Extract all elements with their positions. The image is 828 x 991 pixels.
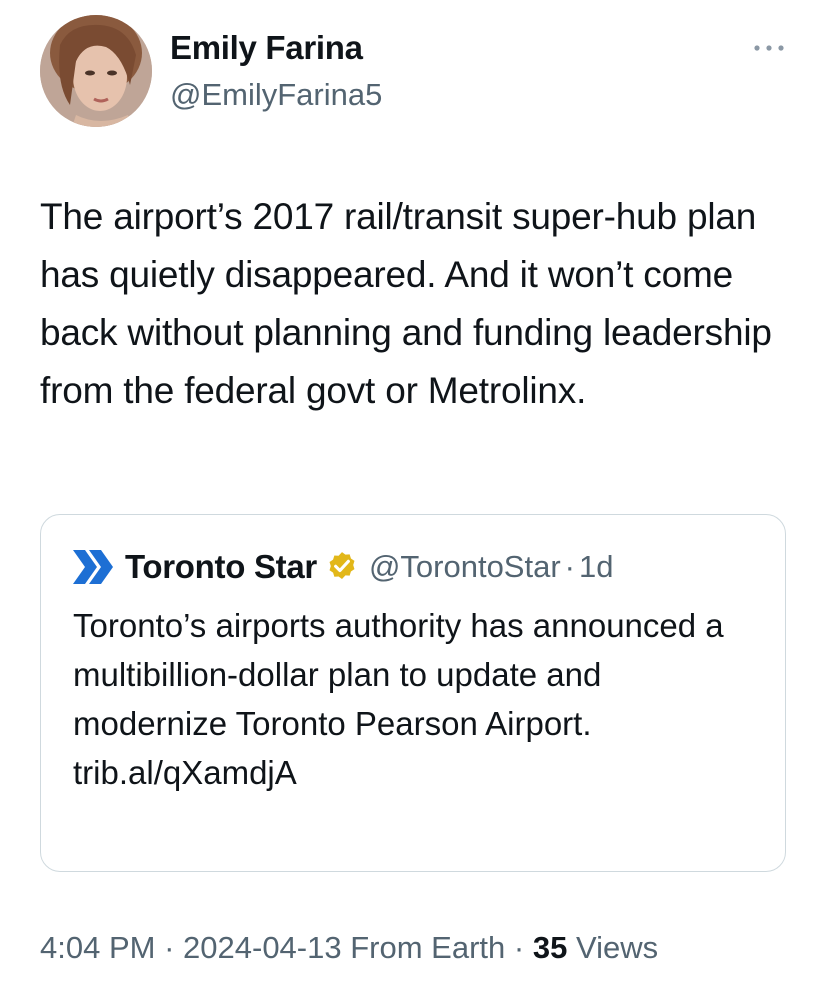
tweet-source: From Earth: [350, 930, 506, 965]
views-count[interactable]: 35: [533, 930, 567, 965]
quoted-tweet-header: Toronto Star @TorontoStar · 1d: [71, 545, 613, 589]
quoted-separator: ·: [564, 549, 575, 584]
meta-separator: ·: [513, 930, 525, 965]
tweet-text: The airport’s 2017 rail/transit super-hu…: [40, 196, 772, 411]
quoted-author-name[interactable]: Toronto Star: [125, 548, 317, 586]
tweet-date[interactable]: 2024-04-13: [183, 930, 342, 965]
author-display-name[interactable]: Emily Farina: [170, 28, 363, 68]
meta-separator: ·: [164, 930, 175, 965]
avatar-image: [40, 15, 152, 127]
author-handle[interactable]: @EmilyFarina5: [170, 76, 382, 114]
quoted-author-handle[interactable]: @TorontoStar: [369, 549, 561, 585]
quoted-tweet-card[interactable]: Toronto Star @TorontoStar · 1d Toronto’s…: [40, 514, 786, 872]
tweet-time[interactable]: 4:04 PM: [40, 930, 155, 965]
more-horizontal-icon[interactable]: [752, 38, 786, 58]
quoted-tweet-body: Toronto’s airports authority has announc…: [73, 601, 763, 797]
quoted-tweet-text: Toronto’s airports authority has announc…: [73, 607, 724, 742]
quoted-timestamp[interactable]: 1d: [579, 549, 613, 585]
quoted-tweet-link[interactable]: trib.al/qXamdjA: [73, 748, 763, 797]
tweet-meta: 4:04 PM · 2024-04-13 From Earth · 35 Vie…: [40, 926, 658, 970]
author-avatar[interactable]: [40, 15, 152, 127]
toronto-star-logo-icon: [73, 550, 113, 584]
views-label[interactable]: Views: [576, 930, 658, 965]
verified-badge-icon: [329, 552, 355, 580]
